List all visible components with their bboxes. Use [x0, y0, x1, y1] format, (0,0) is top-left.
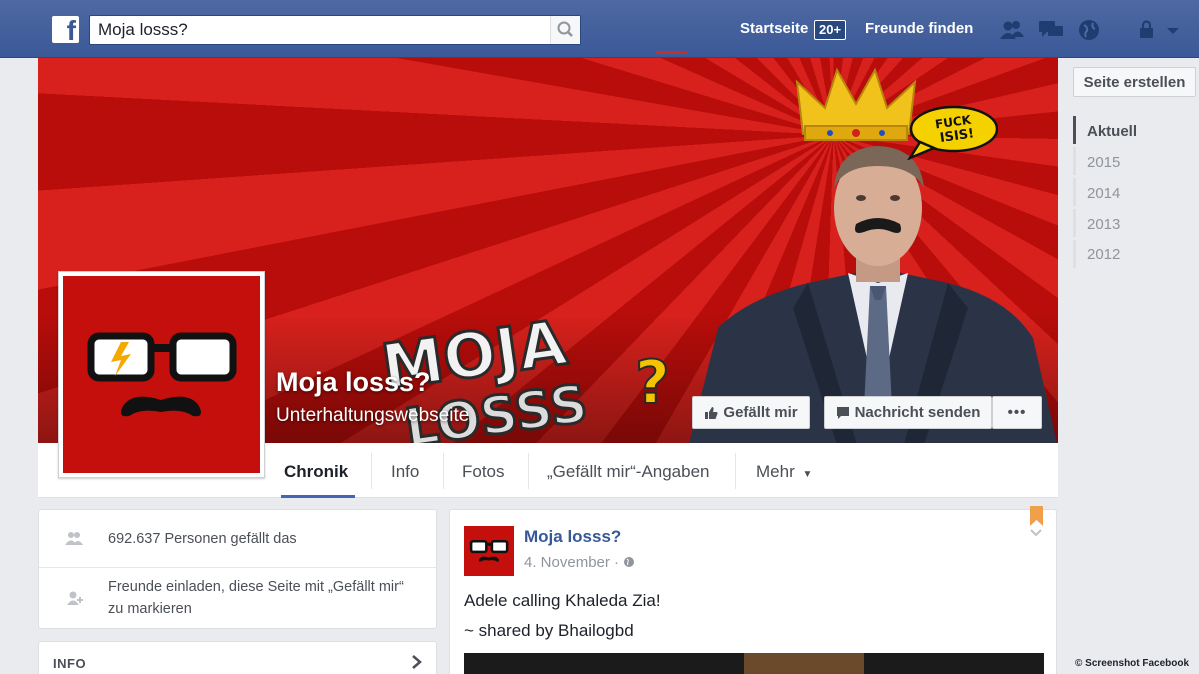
- timeline-bar-active: [1073, 116, 1076, 144]
- invite-text-line1: Freunde einladen, diese Seite mit „Gefäl…: [108, 579, 404, 595]
- glasses-mustache-logo-icon: [469, 539, 509, 562]
- home-notification-badge: 20+: [814, 20, 847, 40]
- glasses-mustache-logo-icon: [87, 332, 237, 417]
- home-link[interactable]: Startseite: [740, 20, 808, 37]
- tab-info[interactable]: Info: [391, 462, 419, 482]
- search-input[interactable]: [90, 16, 550, 44]
- timeline-bar: [1073, 240, 1076, 268]
- timeline-bar: [1073, 209, 1076, 237]
- active-indicator: [655, 51, 687, 54]
- public-globe-icon: [624, 557, 635, 567]
- post-date[interactable]: 4. November ·: [524, 554, 635, 571]
- top-navigation-bar: f Startseite 20+ Freunde finden: [0, 0, 1199, 58]
- likes-row: 692.637 Personen gefällt das: [39, 510, 436, 568]
- timeline-year-2015[interactable]: 2015: [1087, 154, 1120, 171]
- timeline-year-2013[interactable]: 2013: [1087, 216, 1120, 233]
- timeline-bar: [1073, 147, 1076, 175]
- people-icon: [65, 532, 83, 545]
- invite-friends-text: Freunde einladen, diese Seite mit „Gefäl…: [108, 576, 404, 620]
- post-date-text: 4. November: [524, 554, 610, 571]
- post-author-name[interactable]: Moja losss?: [524, 527, 621, 547]
- active-tab-underline: [281, 495, 355, 498]
- tab-divider: [371, 453, 372, 489]
- search-box: [89, 15, 581, 45]
- like-button-label: Gefällt mir: [723, 404, 798, 421]
- tab-more[interactable]: Mehr ▼: [756, 462, 812, 482]
- message-bubble-icon: [836, 406, 849, 419]
- post-author-avatar[interactable]: [464, 526, 514, 576]
- thumbs-up-icon: [705, 406, 718, 419]
- friend-requests-icon[interactable]: [999, 18, 1025, 42]
- chevron-down-icon: ▼: [802, 469, 813, 480]
- crown-illustration: [795, 67, 917, 141]
- video-frame-highlight: [744, 653, 864, 674]
- search-icon: [557, 21, 573, 37]
- message-button-label: Nachricht senden: [854, 404, 981, 421]
- info-heading: INFO: [53, 656, 87, 671]
- tab-chronik[interactable]: Chronik: [284, 462, 348, 482]
- tab-divider: [735, 453, 736, 489]
- tab-more-label: Mehr: [756, 462, 795, 481]
- speech-bubble-illustration: FUCK ISIS!: [907, 105, 998, 160]
- notifications-globe-icon[interactable]: [1076, 18, 1102, 42]
- search-button[interactable]: [550, 16, 580, 44]
- svg-text:?: ?: [635, 348, 670, 418]
- timeline-bar: [1073, 178, 1076, 206]
- invite-text-line2: zu markieren: [108, 601, 192, 617]
- timeline-year-current[interactable]: Aktuell: [1087, 123, 1137, 140]
- send-message-button[interactable]: Nachricht senden: [824, 396, 992, 429]
- cover-person-illustration: [689, 146, 1057, 443]
- tab-fotos[interactable]: Fotos: [462, 462, 505, 482]
- post-text-line2: ~ shared by Bhailogbd: [464, 621, 634, 640]
- image-credit: © Screenshot Facebook: [1075, 658, 1190, 669]
- page-stats-card: 692.637 Personen gefällt das Freunde ein…: [38, 509, 437, 629]
- post-video-thumbnail[interactable]: [464, 653, 1044, 674]
- invite-person-icon: [67, 591, 83, 605]
- tab-likes[interactable]: „Gefällt mir“-Angaben: [547, 462, 710, 482]
- timeline-year-2012[interactable]: 2012: [1087, 246, 1120, 263]
- post-text-line1: Adele calling Khaleda Zia!: [464, 591, 661, 610]
- post-options-chevron-icon[interactable]: [1029, 528, 1043, 538]
- page-category[interactable]: Unterhaltungswebseite: [276, 405, 469, 427]
- info-card[interactable]: INFO: [38, 641, 437, 674]
- likes-count-text: 692.637 Personen gefällt das: [108, 531, 297, 547]
- bookmark-ribbon-icon[interactable]: [1030, 506, 1043, 528]
- tab-divider: [528, 453, 529, 489]
- post-card: Moja losss? 4. November · Adele calling …: [449, 506, 1057, 674]
- lock-icon[interactable]: [1134, 18, 1160, 42]
- create-page-button[interactable]: Seite erstellen: [1073, 67, 1196, 97]
- profile-picture[interactable]: [58, 271, 265, 478]
- like-page-button[interactable]: Gefällt mir: [692, 396, 810, 429]
- dot-separator: ·: [614, 554, 624, 571]
- chevron-right-icon: [412, 655, 422, 669]
- tab-divider: [443, 453, 444, 489]
- find-friends-link[interactable]: Freunde finden: [865, 20, 973, 37]
- menu-chevron-icon[interactable]: [1162, 18, 1184, 42]
- more-options-button[interactable]: •••: [992, 396, 1042, 429]
- timeline-year-2014[interactable]: 2014: [1087, 185, 1120, 202]
- messages-icon[interactable]: [1038, 18, 1064, 42]
- invite-row[interactable]: Freunde einladen, diese Seite mit „Gefäl…: [39, 568, 436, 630]
- profile-picture-image: [63, 276, 260, 473]
- page-title[interactable]: Moja losss?: [276, 367, 431, 398]
- facebook-logo-icon[interactable]: f: [52, 15, 79, 46]
